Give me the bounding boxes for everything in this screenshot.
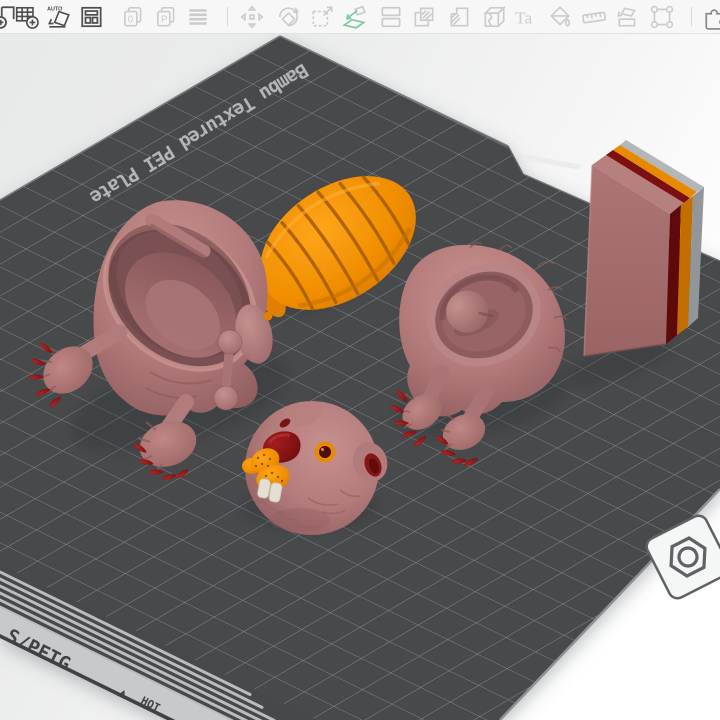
paint-icon	[550, 6, 571, 27]
frame-select-button[interactable]	[649, 4, 675, 30]
lay-flat-button[interactable]	[341, 4, 367, 30]
pages-p-button[interactable]: P	[153, 4, 179, 30]
toolbar: AUTO 0 P Ta	[0, 0, 720, 34]
pages-p-icon: P	[157, 6, 175, 27]
add-plate-button[interactable]	[14, 4, 40, 30]
plate-corner-slot	[523, 154, 581, 170]
split-objects-icon	[381, 6, 401, 28]
assembly-button[interactable]	[615, 4, 641, 30]
text-tool-icon: Ta	[515, 9, 532, 28]
rotate-button[interactable]	[275, 4, 301, 30]
auto-orient-button[interactable]: AUTO	[46, 4, 72, 30]
arrange-button[interactable]	[79, 4, 105, 30]
scale-icon	[312, 6, 333, 27]
pages-zero-button[interactable]: 0	[120, 4, 146, 30]
toolbar-separator-2	[691, 7, 692, 26]
scale-button[interactable]	[309, 4, 335, 30]
cut-button[interactable]	[481, 4, 507, 30]
move-button[interactable]	[239, 4, 265, 30]
build-scene: S/PETG HOT SU Bambu Textured PEI Plate	[0, 35, 720, 720]
3d-viewport[interactable]: S/PETG HOT SU Bambu Textured PEI Plate A…	[0, 0, 720, 720]
measure-icon	[582, 11, 607, 24]
cut-icon	[483, 5, 506, 28]
pages-zero-icon: 0	[124, 6, 142, 27]
plugin-icon	[705, 9, 720, 30]
move-icon	[240, 5, 264, 29]
toolbar-separator	[227, 7, 228, 26]
lay-flat-icon	[342, 5, 366, 29]
paint-button[interactable]	[547, 4, 573, 30]
auto-orient-icon: AUTO	[47, 7, 70, 28]
prime-tower-model[interactable]	[583, 140, 704, 357]
frame-select-icon	[650, 5, 674, 29]
text-tool-button[interactable]: Ta	[513, 4, 539, 30]
measure-button[interactable]	[581, 4, 607, 30]
assembly-icon	[617, 7, 636, 27]
split-parts-button[interactable]	[411, 4, 437, 30]
variable-layer-button[interactable]	[447, 4, 473, 30]
object-list-button[interactable]	[185, 4, 211, 30]
plugin-button[interactable]	[703, 4, 720, 30]
svg-text:0: 0	[128, 15, 134, 26]
arrange-icon	[81, 6, 102, 28]
add-plate-icon	[15, 6, 39, 29]
split-objects-button[interactable]	[378, 4, 404, 30]
variable-layer-icon	[450, 7, 469, 27]
rotate-icon	[279, 7, 300, 27]
split-parts-icon	[414, 7, 434, 27]
object-list-icon	[189, 9, 207, 25]
svg-text:P: P	[161, 15, 168, 26]
svg-text:Ta: Ta	[515, 9, 532, 28]
